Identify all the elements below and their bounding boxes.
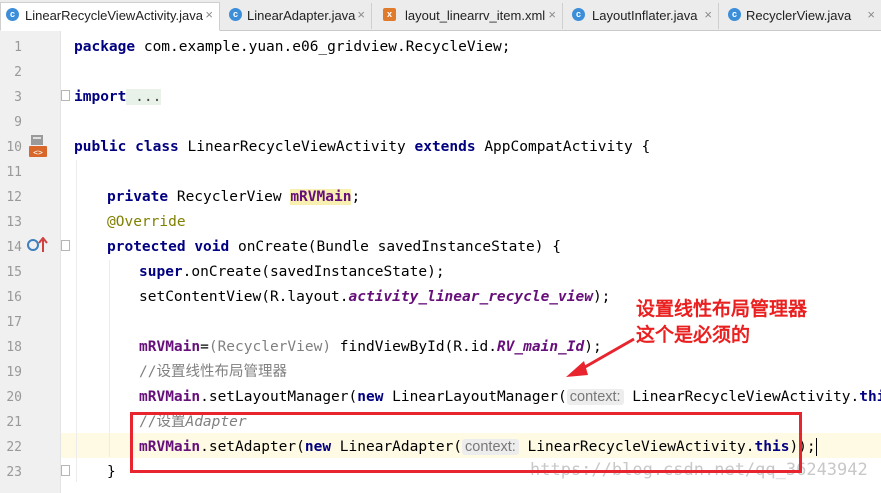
tab-label: layout_linearrv_item.xml (405, 8, 546, 23)
tab-layout-inflater[interactable]: c LayoutInflater.java × (564, 3, 719, 29)
line-number: 11 (6, 165, 22, 180)
tab-label: RecyclerView.java (746, 8, 852, 23)
tab-label: LayoutInflater.java (592, 8, 698, 23)
xml-icon: x (383, 8, 396, 21)
svg-text:<>: <> (33, 148, 43, 157)
line-number: 21 (6, 415, 22, 430)
line-number: 17 (6, 315, 22, 330)
code-text: LinearRecycleViewActivity. (623, 389, 860, 405)
line-number: 3 (14, 90, 22, 105)
layout-xml-gutter-icon[interactable]: <> (28, 134, 48, 158)
code-line-1[interactable]: package com.example.yuan.e06_gridview.Re… (74, 35, 511, 60)
field-name: mRVMain (139, 339, 201, 355)
line-number: 22 (6, 440, 22, 455)
code-line-19[interactable]: //设置线性布局管理器 (139, 360, 287, 385)
class-name: LinearRecycleViewActivity (178, 139, 415, 155)
line-number: 14 (6, 240, 22, 255)
line-number: 12 (6, 190, 22, 205)
code-text: RecyclerView (168, 189, 291, 205)
code-text: } (107, 464, 116, 480)
fold-toggle-icon[interactable] (61, 240, 70, 251)
close-icon[interactable]: × (357, 7, 365, 22)
tab-recycler-view[interactable]: c RecyclerView.java × (720, 3, 881, 29)
code-text: ; (351, 189, 361, 205)
code-text: setContentView(R.layout. (139, 289, 349, 305)
line-number: 18 (6, 340, 22, 355)
folded-imports[interactable]: ... (126, 89, 162, 105)
line-number: 23 (6, 465, 22, 480)
class-icon: c (6, 8, 19, 21)
tab-label: LinearAdapter.java (247, 8, 356, 23)
code-line-15[interactable]: super.onCreate(savedInstanceState); (139, 260, 445, 285)
keyword: new (357, 389, 384, 405)
keyword: super (139, 264, 183, 280)
fold-toggle-icon[interactable] (61, 465, 70, 476)
keyword: package (74, 39, 136, 55)
close-icon[interactable]: × (548, 7, 556, 22)
tab-label: LinearRecycleViewActivity.java (25, 8, 203, 23)
annotation-text: 这个是必须的 (636, 324, 751, 346)
line-number: 16 (6, 290, 22, 305)
annotation-arrow-icon (566, 337, 635, 377)
keyword: public (74, 139, 127, 155)
tab-linear-adapter[interactable]: c LinearAdapter.java × (221, 3, 372, 29)
indent-guide (109, 260, 110, 457)
parameter-hint: context: (566, 389, 624, 405)
annotation-text: 设置线性布局管理器 (636, 298, 808, 320)
code-line-12[interactable]: private RecyclerView mRVMain; (107, 185, 360, 210)
override-gutter-icon[interactable] (27, 236, 49, 253)
fold-toggle-icon[interactable] (61, 90, 70, 101)
code-line-14[interactable]: protected void onCreate(Bundle savedInst… (107, 235, 561, 260)
keyword: class (135, 139, 179, 155)
redundant-cast: (RecyclerView) (208, 339, 332, 355)
layout-reference: activity_linear_recycle_view (348, 289, 593, 305)
keyword: void (194, 239, 230, 255)
code-text: .onCreate(savedInstanceState); (182, 264, 445, 280)
line-number: 20 (6, 390, 22, 405)
close-icon[interactable]: × (205, 7, 213, 22)
annotation: @Override (107, 214, 186, 230)
code-text: .setLayoutManager( (200, 389, 358, 405)
code-line-10[interactable]: public class LinearRecycleViewActivity e… (74, 135, 650, 160)
code-line-18[interactable]: mRVMain=(RecyclerView) findViewById(R.id… (139, 335, 602, 360)
code-text: onCreate(Bundle savedInstanceState) { (229, 239, 561, 255)
keyword: import (74, 89, 127, 105)
line-number: 2 (14, 65, 22, 80)
code-text: AppCompatActivity { (475, 139, 651, 155)
code-line-23[interactable]: } (107, 460, 116, 485)
class-icon: c (229, 8, 242, 21)
tab-layout-linearrv-item[interactable]: x layout_linearrv_item.xml × (373, 3, 563, 29)
line-number: 10 (6, 140, 22, 155)
highlight-box (130, 412, 802, 473)
code-text: ); (592, 289, 611, 305)
text-cursor (815, 438, 817, 456)
class-icon: c (572, 8, 585, 21)
keyword: private (107, 189, 169, 205)
code-text: LinearLayoutManager( (383, 389, 567, 405)
line-number: 19 (6, 365, 22, 380)
code-text: = (200, 339, 209, 355)
keyword: protected (107, 239, 186, 255)
line-number: 9 (14, 115, 22, 130)
close-icon[interactable]: × (704, 7, 712, 22)
keyword: this (859, 389, 881, 405)
close-icon[interactable]: × (867, 7, 875, 22)
line-number: 15 (6, 265, 22, 280)
tab-linear-recycle-view-activity[interactable]: c LinearRecycleViewActivity.java × (0, 2, 220, 31)
code-text: com.example.yuan.e06_gridview.RecycleVie… (135, 39, 511, 55)
indent-guide (76, 160, 77, 482)
keyword: extends (414, 139, 476, 155)
code-line-20[interactable]: mRVMain.setLayoutManager(new LinearLayou… (139, 385, 881, 410)
editor-tab-bar: c LinearRecycleViewActivity.java × c Lin… (0, 0, 881, 31)
line-number: 13 (6, 215, 22, 230)
code-line-3[interactable]: import ... (74, 85, 162, 110)
code-line-16[interactable]: setContentView(R.layout.activity_linear_… (139, 285, 610, 310)
code-text: findViewById(R.id. (331, 339, 497, 355)
line-number: 1 (14, 40, 22, 55)
comment: //设置线性布局管理器 (139, 364, 287, 380)
code-line-13[interactable]: @Override (107, 210, 186, 235)
field-name: mRVMain (290, 189, 352, 205)
class-icon: c (728, 8, 741, 21)
field-name: mRVMain (139, 389, 201, 405)
